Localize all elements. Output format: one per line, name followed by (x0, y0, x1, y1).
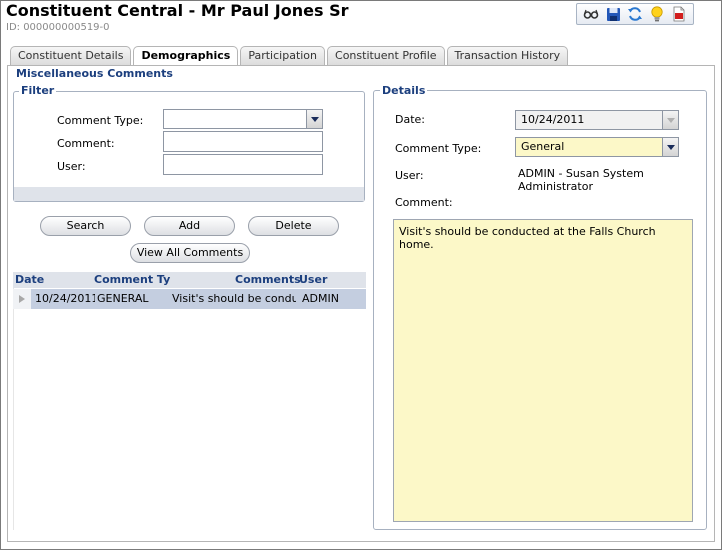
filter-footer (14, 187, 364, 201)
filter-comment-type-select[interactable] (163, 109, 323, 129)
filter-comment-type-label: Comment Type: (57, 114, 144, 127)
comments-grid (13, 272, 366, 530)
cell-date: 10/24/2011 (35, 292, 95, 305)
tab-constituent-profile[interactable]: Constituent Profile (327, 46, 445, 65)
tab-transaction-history[interactable]: Transaction History (446, 46, 569, 65)
tab-participation[interactable]: Participation (240, 46, 326, 65)
constituent-id: ID: 000000000519-0 (6, 22, 110, 33)
pdf-report-icon[interactable] (670, 5, 688, 23)
section-title: Miscellaneous Comments (14, 67, 175, 80)
details-user-label: User: (395, 169, 424, 182)
chevron-down-icon[interactable] (662, 138, 678, 156)
col-user[interactable]: User (299, 273, 327, 286)
page-title: Constituent Central - Mr Paul Jones Sr (6, 1, 349, 20)
details-title: Details (380, 84, 428, 97)
search-button[interactable]: Search (40, 216, 131, 236)
details-comment-label: Comment: (395, 196, 453, 209)
details-date-label: Date: (395, 113, 425, 126)
chevron-down-icon[interactable] (306, 110, 322, 128)
details-comment-type-label: Comment Type: (395, 142, 482, 155)
cell-type: GENERAL (97, 292, 149, 305)
tab-constituent-details[interactable]: Constituent Details (10, 46, 132, 65)
refresh-icon[interactable] (626, 5, 644, 23)
table-row[interactable]: 10/24/2011 GENERAL Visit's should be con… (13, 289, 366, 309)
add-button[interactable]: Add (144, 216, 235, 236)
filter-comment-input[interactable] (163, 131, 323, 152)
row-body: 10/24/2011 GENERAL Visit's should be con… (31, 289, 366, 309)
cell-comment: Visit's should be conducted at the Falls… (172, 292, 296, 305)
details-comment-textarea[interactable]: Visit's should be conducted at the Falls… (393, 219, 693, 522)
filter-comment-label: Comment: (57, 137, 115, 150)
col-comments[interactable]: Comments (235, 273, 301, 286)
tab-bar: Constituent Details Demographics Partici… (10, 46, 570, 66)
filter-user-label: User: (57, 160, 86, 173)
save-icon[interactable] (604, 5, 622, 23)
details-comment-type-value: General (521, 140, 565, 153)
glasses-icon[interactable] (582, 5, 600, 23)
chevron-down-icon (662, 111, 678, 129)
delete-button[interactable]: Delete (248, 216, 339, 236)
filter-user-input[interactable] (163, 154, 323, 175)
row-expand-icon[interactable] (13, 289, 31, 309)
tab-demographics[interactable]: Demographics (133, 46, 239, 66)
col-comment-type[interactable]: Comment Ty (94, 273, 170, 286)
col-date[interactable]: Date (15, 273, 44, 286)
cell-user: ADMIN (302, 292, 339, 305)
view-all-comments-button[interactable]: View All Comments (130, 243, 250, 263)
details-user-value: ADMIN - Susan System Administrator (518, 167, 644, 193)
grid-header: Date Comment Ty Comments User (13, 272, 366, 288)
details-date-field: 10/24/2011 (515, 110, 679, 130)
toolbar (576, 3, 694, 25)
details-comment-type-select[interactable]: General (515, 137, 679, 157)
details-date-value: 10/24/2011 (521, 113, 585, 126)
lightbulb-icon[interactable] (648, 5, 666, 23)
filter-title: Filter (19, 84, 57, 97)
